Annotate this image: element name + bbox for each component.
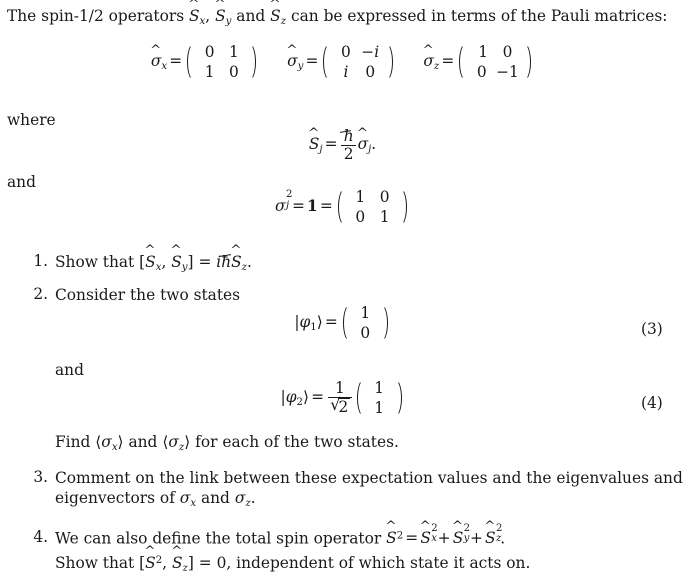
item2-find-line: Find ⟨σx⟩ and ⟨σz⟩ for each of the two s… bbox=[55, 433, 399, 453]
operator-sz: ^ S bbox=[269, 0, 281, 25]
sigma-z-symbol: ^ σ bbox=[422, 43, 434, 71]
spin-definition: ^ Sj = ħ 2 ^ σj. bbox=[308, 126, 377, 163]
where-label: where bbox=[7, 111, 56, 129]
list-item-2: Consider the two states bbox=[55, 286, 241, 304]
paren-right bbox=[526, 42, 533, 82]
paren-right bbox=[396, 378, 403, 418]
intro-text-after: can be expressed in terms of the Pauli m… bbox=[290, 7, 668, 25]
operator-sx: ^ S bbox=[188, 0, 200, 25]
list-number-4: 4. bbox=[33, 528, 48, 546]
list-item-3-line2: eigenvectors of σx and σz. bbox=[55, 489, 256, 509]
phi2-column-vector: 11 bbox=[355, 378, 403, 418]
list-number-1: 1. bbox=[33, 252, 48, 270]
sz-operator-ref: ^ S bbox=[171, 544, 183, 572]
operator-sy: ^ S bbox=[214, 0, 226, 25]
equation-4: |φ2⟩ = 1 √ 2 1 1 bbox=[281, 378, 405, 418]
hbar-symbol: ħ bbox=[219, 253, 232, 271]
equation-3: |φ1⟩ = 1 0 bbox=[294, 303, 390, 343]
sigma-z-ref: σ bbox=[234, 489, 246, 507]
sigma-j-symbol: ^ σ bbox=[356, 126, 369, 154]
paren-right bbox=[387, 42, 394, 82]
pauli-sigma-y: ^ σy = 0 −i i 0 bbox=[286, 42, 400, 82]
paren-left bbox=[341, 303, 348, 343]
sz-squared: ^ S bbox=[484, 519, 496, 548]
sigma-x-ref: σ bbox=[179, 489, 191, 507]
pauli-matrices-display: ^ σx = 0 1 1 0 ^ σy = 0 −i i 0 ^ σz = 1 0 0 −1 bbox=[0, 42, 685, 82]
sigma-z-matrix: 1 0 0 −1 bbox=[458, 42, 533, 82]
expectation-sigma-z: ⟨σz⟩ bbox=[162, 433, 191, 453]
paren-left bbox=[322, 42, 329, 82]
item1-text-a: Show that [ bbox=[55, 253, 146, 271]
paren-left bbox=[186, 42, 193, 82]
paren-left bbox=[336, 187, 343, 227]
equation-3-display: |φ1⟩ = 1 0 bbox=[0, 303, 685, 343]
sigma-y-matrix: 0 −i i 0 bbox=[322, 42, 394, 82]
hbar-over-two: ħ2 bbox=[339, 128, 357, 162]
document-page: The spin-1/2 operators ^ Sx, ^ Sy and ^ Sz … bbox=[0, 0, 685, 588]
sigma-x-symbol: ^ σ bbox=[150, 43, 162, 71]
list-number-2: 2. bbox=[33, 285, 48, 303]
identity-definition-display: σ 2 j = 1 = 1 0 0 1 bbox=[0, 187, 685, 227]
intro-and: and bbox=[236, 7, 266, 25]
intro-paragraph: The spin-1/2 operators ^ Sx, ^ Sy and ^ Sz … bbox=[7, 0, 668, 27]
list-item-3-line1: Comment on the link between these expect… bbox=[55, 469, 683, 487]
item2-and-label: and bbox=[55, 361, 84, 379]
phi1-column-vector: 10 bbox=[341, 303, 389, 343]
identity-matrix: 1001 bbox=[336, 187, 408, 227]
list-item-4-line2: Show that [^ S2, ^ Sz] = 0, independent of… bbox=[55, 544, 531, 574]
identity-one: 1 bbox=[307, 197, 318, 216]
spin-definition-display: ^ Sj = ħ 2 ^ σj. bbox=[0, 126, 685, 163]
sx-squared: ^ S bbox=[419, 519, 431, 548]
item1-sx: ^ S bbox=[144, 243, 156, 271]
list-item-4-line1: We can also define the total spin operat… bbox=[55, 519, 506, 548]
intro-text-before: The spin-1/2 operators bbox=[7, 7, 185, 25]
list-number-3: 3. bbox=[33, 468, 48, 486]
pauli-sigma-z: ^ σz = 1 0 0 −1 bbox=[422, 42, 534, 82]
list-item-1: Show that [^ Sx, ^ Sy] = i ħ ^ Sz. bbox=[55, 243, 252, 273]
sqrt-two: √ 2 bbox=[330, 394, 350, 417]
paren-right bbox=[382, 303, 389, 343]
paren-right bbox=[251, 42, 258, 82]
total-spin-operator-ref: ^ S bbox=[144, 544, 156, 572]
sigma-x-matrix: 0110 bbox=[186, 42, 258, 82]
hbar-symbol: ħ bbox=[339, 128, 356, 145]
one-over-sqrt-two: 1 √ 2 bbox=[327, 380, 353, 417]
paren-left bbox=[458, 42, 465, 82]
sy-squared: ^ S bbox=[451, 519, 464, 548]
item1-sz: ^ S bbox=[230, 243, 242, 271]
identity-definition: σ 2 j = 1 = 1 0 0 1 bbox=[275, 187, 410, 227]
paren-left bbox=[355, 378, 362, 418]
equation-number-3: (3) bbox=[641, 320, 663, 338]
equation-4-display: |φ2⟩ = 1 √ 2 1 1 bbox=[0, 378, 685, 418]
total-spin-operator: ^ S bbox=[385, 519, 397, 548]
item1-sy: ^ S bbox=[170, 243, 182, 271]
expectation-sigma-x: ⟨σx⟩ bbox=[95, 433, 124, 453]
paren-right bbox=[401, 187, 408, 227]
sj-symbol: ^ S bbox=[308, 126, 320, 154]
item1-text-b: ] = bbox=[187, 253, 212, 271]
sigma-y-symbol: ^ σ bbox=[286, 43, 298, 71]
equation-number-4: (4) bbox=[641, 394, 663, 412]
sigma-j-squared: σ bbox=[275, 197, 286, 216]
pauli-sigma-x: ^ σx = 0 1 1 0 bbox=[150, 42, 264, 82]
